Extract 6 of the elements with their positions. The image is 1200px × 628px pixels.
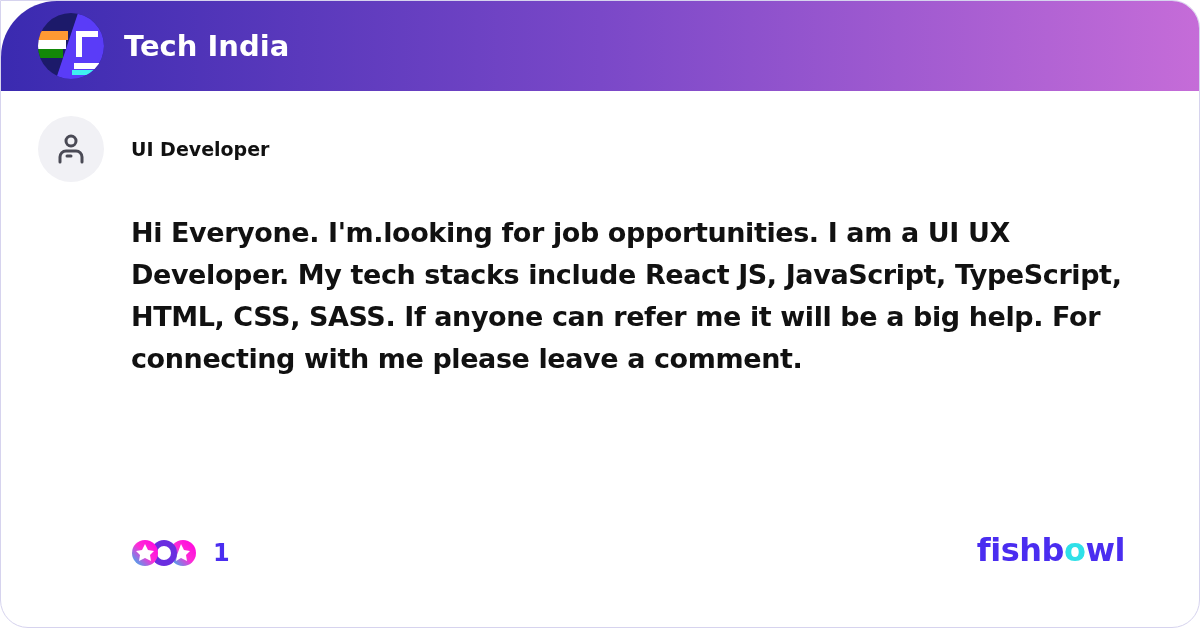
reaction-icons [131,539,197,567]
author-name: UI Developer [131,138,270,160]
post-text: Hi Everyone. I'm.looking for job opportunities. I am a UI UX Developer. My tech stacks include React JS, JavaScript, TypeScript, HTML, CSS, SASS. If anyone can refer me it will be a big help. For connecting with me please leave a comment. [131,216,1123,376]
brand-logo: fishbowl [976,531,1125,569]
reaction-count: 1 [213,539,230,567]
group-title: Tech India [124,29,290,63]
